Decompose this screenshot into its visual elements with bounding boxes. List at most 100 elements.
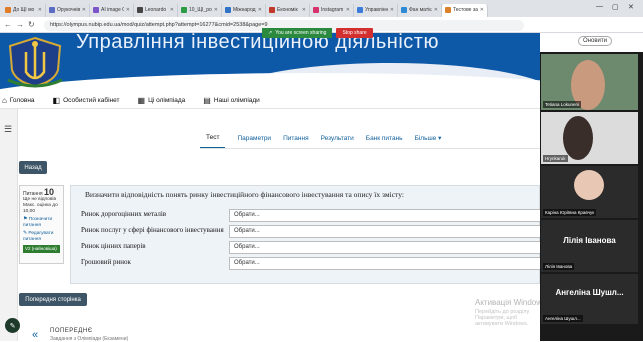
close-tab-icon[interactable]: ✕ <box>126 7 130 13</box>
previous-activity-subtitle[interactable]: Завдання з Олімпіади (Екзамени) <box>50 336 128 342</box>
close-tab-icon[interactable]: ✕ <box>258 7 262 13</box>
browser-tab[interactable]: AI image G ✕ <box>90 3 134 17</box>
subnav-tab[interactable]: Параметри <box>237 127 271 149</box>
participant-name: Hrynkaruk <box>543 155 568 162</box>
browser-update-button[interactable]: Оновити <box>578 36 612 46</box>
participant-tile[interactable]: Каріна Юріївна Кравчук <box>541 166 638 218</box>
participant-video <box>563 116 593 160</box>
windows-activation-title: Активація Windows <box>475 298 547 307</box>
windows-activation-text: Перейдіть до розділу Параметри, щоб акти… <box>475 309 530 327</box>
previous-activity-arrow-icon[interactable]: « <box>32 329 38 341</box>
menu-item[interactable]: ◧ Особистий кабінет <box>53 96 120 105</box>
participant-name: Каріна Юріївна Кравчук <box>543 209 597 216</box>
settings-gear-icon[interactable]: ✎ <box>5 318 20 333</box>
home-icon: ⌂ <box>2 95 7 105</box>
flag-question-link[interactable]: ⚑ Позначити питання <box>23 217 60 229</box>
browser-tab[interactable]: 10_ЩІ_ро ✕ <box>178 3 222 17</box>
browser-tab[interactable]: Тестове за ✕ <box>442 3 488 17</box>
close-tab-icon[interactable]: ✕ <box>346 7 350 13</box>
menu-item[interactable]: ⌂ Головна <box>2 96 35 105</box>
close-tab-icon[interactable]: ✕ <box>390 7 394 13</box>
browser-tab[interactable]: До ЩІ мо ✕ <box>2 3 46 17</box>
edit-question-link[interactable]: ✎ Редагувати питання <box>23 231 60 243</box>
close-tab-icon[interactable]: ✕ <box>302 7 306 13</box>
subnav-tab[interactable]: Банк питань <box>366 127 403 149</box>
previous-page-button[interactable]: Попередня сторінка <box>19 293 87 306</box>
tab-title: Міжнарод <box>233 7 256 13</box>
courses-icon: ▤ <box>203 95 211 105</box>
tab-favicon-icon <box>357 7 363 13</box>
browser-tab[interactable]: Leonardo ✕ <box>134 3 178 17</box>
minimize-icon[interactable]: — <box>596 3 603 10</box>
close-tab-icon[interactable]: ✕ <box>38 7 42 13</box>
tab-title: AI image G <box>101 7 124 13</box>
match-select[interactable]: Обрати... <box>229 225 541 238</box>
participant-tile[interactable]: Tetiana Lokuneni <box>541 54 638 110</box>
browser-tab[interactable]: Міжнарод ✕ <box>222 3 266 17</box>
tab-favicon-icon <box>401 7 407 13</box>
version-badge: V2 (найновіша) <box>23 245 60 253</box>
match-term: Ринок дорогоцінних металів <box>81 210 167 218</box>
match-term: Грошовий ринок <box>81 258 131 266</box>
menu-item[interactable]: ▤ Наші олімпіади <box>203 96 260 105</box>
match-row: Ринок послуг у сфері фінансового інвесту… <box>81 225 541 238</box>
back-arrow-icon[interactable]: ← <box>4 20 12 29</box>
menu-item[interactable]: ▦ Ці олімпіада <box>138 96 186 105</box>
tab-favicon-icon <box>137 7 143 13</box>
stop-share-button[interactable]: Stop share <box>336 28 373 38</box>
screen-sharing-status: ↗ You are screen sharing <box>262 28 333 38</box>
university-crest-icon <box>7 36 63 88</box>
close-tab-icon[interactable]: ✕ <box>214 7 218 13</box>
screen-share-indicator: ↗ You are screen sharing Stop share <box>262 28 410 38</box>
video-participants-panel: Tetiana Lokuneni Hrynkaruk Каріна Юріївн… <box>540 52 643 341</box>
subnav-tab[interactable]: Питання <box>283 127 309 149</box>
tab-title: Фан матіє <box>409 7 432 13</box>
question-info-box: Питання 10 Ще не відповів Макс. оцінка д… <box>19 185 64 264</box>
tab-favicon-icon <box>269 7 275 13</box>
reload-icon[interactable]: ↻ <box>28 20 35 29</box>
tab-title: Instagram <box>321 7 344 13</box>
match-row: Грошовий ринок Обрати... <box>81 257 541 270</box>
menu-item-label: Особистий кабінет <box>63 96 120 104</box>
close-tab-icon[interactable]: ✕ <box>480 7 484 13</box>
subnav-tab[interactable]: Більше ▾ <box>415 127 442 149</box>
course-icon: ▦ <box>137 95 146 105</box>
match-row: Ринок цінних паперів Обрати... <box>81 241 541 254</box>
subnav-tab[interactable]: Тест <box>200 127 226 149</box>
match-select[interactable]: Обрати... <box>229 209 541 222</box>
participant-display-name: Лілія Іванова <box>563 236 616 245</box>
tab-title: Управлінн <box>365 7 388 13</box>
match-select[interactable]: Обрати... <box>229 257 541 270</box>
browser-tab[interactable]: Фан матіє ✕ <box>398 3 442 17</box>
dashboard-icon: ◧ <box>52 95 61 105</box>
site-menu: ⌂ Головна ◧ Особистий кабінет ▦ Ці олімпіада ▤… <box>0 92 540 109</box>
close-tab-icon[interactable]: ✕ <box>82 7 86 13</box>
close-window-icon[interactable]: ✕ <box>628 3 634 11</box>
tab-title: Орукочнів <box>57 7 80 13</box>
drawer-toggle-icon[interactable]: ☰ <box>4 124 12 135</box>
previous-activity-label[interactable]: ПОПЕРЕДНЄ <box>50 328 93 334</box>
tab-favicon-icon <box>93 7 99 13</box>
browser-tab[interactable]: Орукочнів ✕ <box>46 3 90 17</box>
maximize-icon[interactable]: ▢ <box>612 3 619 11</box>
tab-favicon-icon <box>5 7 11 13</box>
participant-name: Ангеліна Шушл... <box>543 315 583 322</box>
participant-display-name: Ангеліна Шушл... <box>555 288 624 297</box>
subnav-tab[interactable]: Результати <box>321 127 354 149</box>
forward-arrow-icon[interactable]: → <box>16 20 24 29</box>
tab-favicon-icon <box>313 7 319 13</box>
participant-tile[interactable]: Ангеліна Шушл... Ангеліна Шушл... <box>541 274 638 324</box>
browser-tab[interactable]: Instagram ✕ <box>310 3 354 17</box>
pencil-icon: ✎ <box>23 231 28 236</box>
participant-tile[interactable]: Hrynkaruk <box>541 112 638 164</box>
browser-tab[interactable]: Економік ✕ <box>266 3 310 17</box>
back-button[interactable]: Назад <box>19 161 47 174</box>
match-select[interactable]: Обрати... <box>229 241 541 254</box>
browser-tab-strip: До ЩІ мо ✕ Орукочнів ✕ AI image G ✕ Leonardo ✕ 1… <box>0 0 643 17</box>
close-tab-icon[interactable]: ✕ <box>434 7 438 13</box>
left-drawer-rail: ☰ <box>0 109 18 341</box>
browser-tab[interactable]: Управлінн ✕ <box>354 3 398 17</box>
tab-title: Економік <box>277 7 298 13</box>
participant-tile[interactable]: Лілія Іванова Лілія Іванова <box>541 220 638 272</box>
close-tab-icon[interactable]: ✕ <box>170 7 174 13</box>
